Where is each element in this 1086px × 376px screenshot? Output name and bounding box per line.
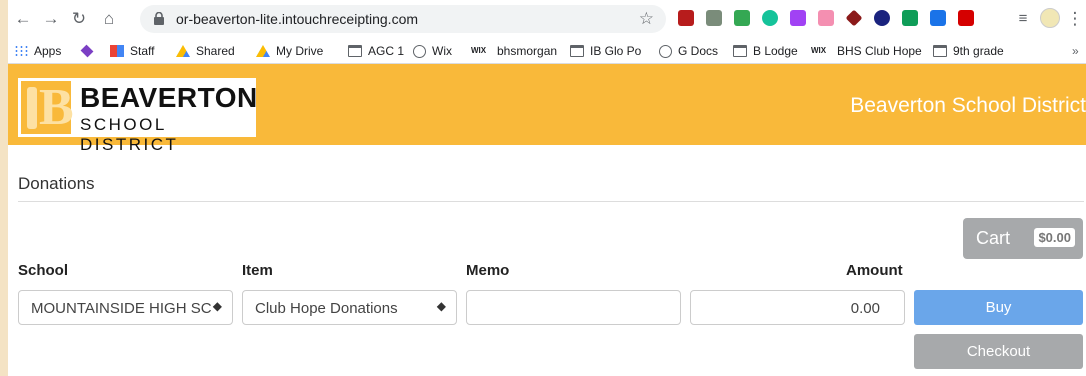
bookmark-b-lodge[interactable]: B Lodge: [733, 43, 798, 59]
forward-icon[interactable]: →: [40, 8, 62, 30]
bookmark-bhs-club-hope[interactable]: WIX BHS Club Hope: [811, 43, 922, 59]
district-title: Beaverton School District: [850, 94, 1086, 117]
home-icon[interactable]: ⌂: [98, 8, 120, 30]
wix-icon: WIX: [471, 46, 487, 55]
bookmark-9th-grade[interactable]: 9th grade: [933, 43, 1004, 59]
flag-icon[interactable]: [902, 10, 918, 26]
extension-icon[interactable]: [818, 10, 834, 26]
extension-icon[interactable]: [845, 9, 863, 27]
globe-icon: [659, 44, 672, 58]
logo-name: BEAVERTON: [80, 82, 258, 113]
item-label: Item: [242, 262, 273, 279]
select-arrows-icon: ◆: [212, 299, 222, 313]
bookmark-icon-only[interactable]: [80, 43, 100, 59]
menu-kebab-icon[interactable]: ⋮: [1064, 8, 1086, 30]
extension-icon[interactable]: [734, 10, 750, 26]
item-select-value: Club Hope Donations: [255, 300, 398, 317]
logo-mark-icon: [21, 81, 74, 134]
amount-label: Amount: [846, 262, 903, 279]
bookmark-staff[interactable]: Staff: [110, 43, 154, 59]
school-select-value: MOUNTAINSIDE HIGH SC: [31, 300, 212, 317]
buy-button[interactable]: Buy: [914, 290, 1083, 325]
amount-input-value: 0.00: [850, 300, 880, 317]
bookmarks-overflow[interactable]: »: [1072, 43, 1079, 59]
folder-icon: [933, 45, 947, 57]
memo-label: Memo: [466, 262, 510, 279]
folder-icon: [348, 45, 362, 57]
back-icon[interactable]: ←: [12, 8, 34, 30]
cart-total-badge: $0.00: [1034, 228, 1075, 247]
address-bar[interactable]: or-beaverton-lite.intouchreceipting.com …: [140, 5, 666, 33]
amount-input[interactable]: 0.00: [690, 290, 905, 325]
extension-icon[interactable]: [874, 10, 890, 26]
diamond-icon: [80, 44, 94, 58]
select-arrows-icon: ◆: [436, 299, 446, 313]
cart-label: Cart: [976, 228, 1011, 248]
wix-icon: WIX: [811, 46, 827, 55]
bookmark-ib-glo-po[interactable]: IB Glo Po: [570, 43, 641, 59]
bookmark-wix[interactable]: Wix: [413, 43, 452, 59]
extension-icon[interactable]: [678, 10, 694, 26]
reading-list-icon[interactable]: ≡: [1012, 8, 1034, 30]
profile-avatar[interactable]: [1040, 8, 1060, 28]
logo-subtitle: SCHOOL DISTRICT: [80, 115, 179, 154]
bookmark-bhsmorgan[interactable]: WIX bhsmorgan: [471, 43, 557, 59]
bookmark-shared[interactable]: Shared: [176, 43, 235, 59]
bookmark-my-drive[interactable]: My Drive: [256, 43, 323, 59]
page-title: Donations: [18, 174, 95, 193]
item-select[interactable]: Club Hope Donations ◆: [242, 290, 457, 325]
district-logo[interactable]: BEAVERTON SCHOOL DISTRICT: [18, 78, 258, 154]
site-header: BEAVERTON SCHOOL DISTRICT Beaverton Scho…: [8, 64, 1086, 154]
extension-icon[interactable]: [706, 10, 722, 26]
bookmark-star-icon[interactable]: ☆: [639, 9, 654, 29]
extension-icon[interactable]: [958, 10, 974, 26]
school-label: School: [18, 262, 69, 279]
bookmark-apps[interactable]: Apps: [14, 43, 61, 59]
drive-icon: [256, 45, 270, 57]
cart-button[interactable]: Cart $0.00: [963, 218, 1083, 259]
grammarly-icon[interactable]: [762, 10, 778, 26]
browser-toolbar: ← → ↻ ⌂ or-beaverton-lite.intouchreceipt…: [8, 0, 1086, 38]
staff-icon: [110, 45, 124, 57]
folder-icon: [570, 45, 584, 57]
folder-icon: [733, 45, 747, 57]
lock-icon: [154, 12, 164, 25]
page-frame: ← → ↻ ⌂ or-beaverton-lite.intouchreceipt…: [0, 0, 1086, 376]
bookmark-g-docs[interactable]: G Docs: [659, 43, 718, 59]
bookmarks-bar: Apps Staff Shared My Drive AGC 1 Wix WIX…: [8, 38, 1086, 64]
checkout-button[interactable]: Checkout: [914, 334, 1083, 369]
url-text: or-beaverton-lite.intouchreceipting.com: [176, 11, 419, 27]
eyedropper-icon[interactable]: [930, 10, 946, 26]
memo-input[interactable]: [466, 290, 681, 325]
globe-icon: [413, 44, 426, 58]
apps-grid-icon: [14, 45, 28, 57]
reload-icon[interactable]: ↻: [68, 8, 90, 30]
drive-icon: [176, 45, 190, 57]
extension-icon[interactable]: [790, 10, 806, 26]
bookmark-agc1[interactable]: AGC 1: [348, 43, 404, 59]
school-select[interactable]: MOUNTAINSIDE HIGH SC ◆: [18, 290, 233, 325]
divider: [18, 201, 1084, 202]
